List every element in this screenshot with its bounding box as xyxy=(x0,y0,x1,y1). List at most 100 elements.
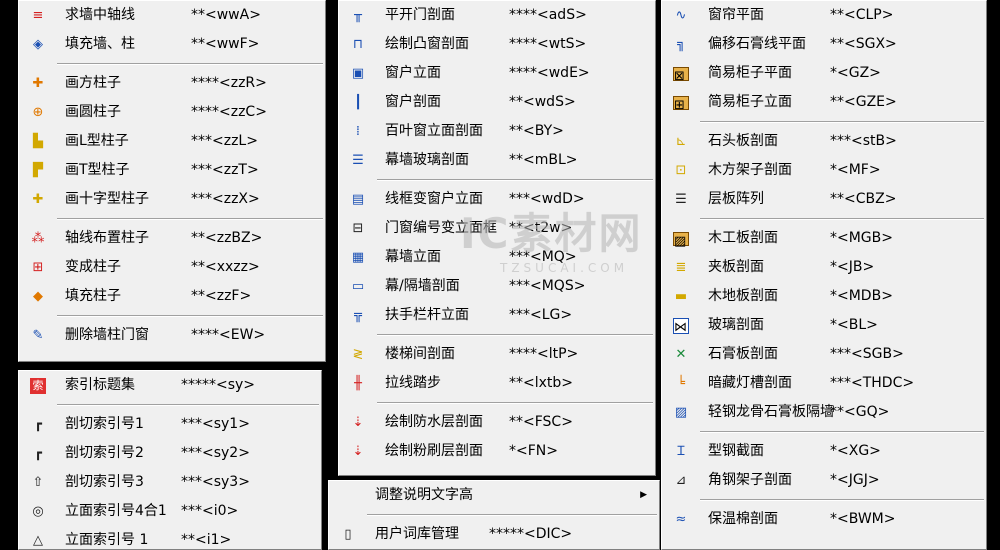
l-column-icon: ▙ xyxy=(33,134,43,149)
menu-item-bay-window[interactable]: ⊓ 绘制凸窗剖面 ****<wtS> xyxy=(339,30,655,59)
menu-item-partition[interactable]: ▭ 幕/隔墙剖面 ***<MQS> xyxy=(339,272,655,301)
menu-item-shortcut: ****<EW> xyxy=(191,327,266,343)
menu-separator xyxy=(700,431,984,433)
menu-item-label: 填充墙、柱 xyxy=(65,36,135,52)
menu-item-curtain-elev[interactable]: ▦ 幕墙立面 ***<MQ> xyxy=(339,243,655,272)
menu-item-offset-gypsum[interactable]: ╗ 偏移石膏线平面 **<SGX> xyxy=(662,30,986,59)
menu-item-fill-column[interactable]: ◆ 填充柱子 **<zzF> xyxy=(19,282,325,311)
menu-item-shortcut: *<FN> xyxy=(509,443,558,459)
insulation-icon: ≈ xyxy=(675,512,687,527)
delete-wall-icon: ✎ xyxy=(32,328,44,343)
menu-item-frame-window[interactable]: ▤ 线框变窗户立面 ***<wdD> xyxy=(339,185,655,214)
menu-item-glass[interactable]: ⋈ 玻璃剖面 *<BL> xyxy=(662,311,986,340)
menu-item-elevation-index4[interactable]: ◎ 立面索引号4合1 ***<i0> xyxy=(19,497,321,526)
menu-item-label: 角钢架子剖面 xyxy=(708,472,792,488)
menu-separator xyxy=(377,179,653,181)
elevation-index4-icon: ◎ xyxy=(32,504,44,519)
menu-item-label: 画方柱子 xyxy=(65,75,121,91)
menu-item-label: 平开门剖面 xyxy=(385,7,455,23)
menu-item-shortcut: **<wwF> xyxy=(191,36,260,52)
menu-item-square-column[interactable]: ✚ 画方柱子 ****<zzR> xyxy=(19,69,325,98)
menu-item-elevation-index1[interactable]: △ 立面索引号 1 **<i1> xyxy=(19,526,321,549)
menu-item-label: 画T型柱子 xyxy=(65,162,130,178)
menu-item-shortcut: *****<sy> xyxy=(181,377,256,393)
menu-item-curtain-plan[interactable]: ∿ 窗帘平面 **<CLP> xyxy=(662,1,986,30)
menu-item-l-column[interactable]: ▙ 画L型柱子 ***<zzL> xyxy=(19,127,325,156)
menu-item-waterproof[interactable]: ⇣ 绘制防水层剖面 **<FSC> xyxy=(339,408,655,437)
flat-door-icon: ╥ xyxy=(354,8,362,23)
menu-item-wood-frame[interactable]: ⊡ 木方架子剖面 *<MF> xyxy=(662,156,986,185)
plywood-icon: ≣ xyxy=(675,260,687,275)
menu-item-gypsum-board[interactable]: ✕ 石膏板剖面 ***<SGB> xyxy=(662,340,986,369)
menu-item-label: 用户词库管理 xyxy=(375,526,459,542)
menu-item-steel-keel[interactable]: ▨ 轻钢龙骨石膏板隔墙 **<GQ> xyxy=(662,398,986,427)
menu-item-dictionary[interactable]: ▯ 用户词库管理 *****<DIC> xyxy=(329,520,659,549)
menu-item-angle-frame[interactable]: ⊿ 角钢架子剖面 *<JGJ> xyxy=(662,466,986,495)
menu-item-section-index1[interactable]: ┏ 剖切索引号1 ***<sy1> xyxy=(19,410,321,439)
menu-item-axis-columns[interactable]: ⁂ 轴线布置柱子 **<zzBZ> xyxy=(19,224,325,253)
menu-item-layer-array[interactable]: ☰ 层板阵列 **<CBZ> xyxy=(662,185,986,214)
dictionary-icon: ▯ xyxy=(344,527,352,542)
menu-separator xyxy=(367,514,657,516)
menu-item-insulation[interactable]: ≈ 保温棉剖面 *<BWM> xyxy=(662,505,986,534)
menu-text-tools: 调整说明文字高 ▶ ▯ 用户词库管理 *****<DIC> xyxy=(328,480,660,550)
menu-item-shortcut: **<FSC> xyxy=(509,414,573,430)
menu-item-light-trough[interactable]: ╘ 暗藏灯槽剖面 ***<THDC> xyxy=(662,369,986,398)
menu-decoration-sections: ∿ 窗帘平面 **<CLP> ╗ 偏移石膏线平面 **<SGX> ⊠ 简易柜子平面 *<GZ> ⊞… xyxy=(661,0,987,550)
menu-item-label: 石头板剖面 xyxy=(708,133,778,149)
menu-item-cabinet-plan[interactable]: ⊠ 简易柜子平面 *<GZ> xyxy=(662,59,986,88)
menu-item-wall-axis[interactable]: ≡ 求墙中轴线 **<wwA> xyxy=(19,1,325,30)
menu-item-railing[interactable]: ╦ 扶手栏杆立面 ***<LG> xyxy=(339,301,655,330)
menu-item-plaster[interactable]: ⇣ 绘制粉刷层剖面 *<FN> xyxy=(339,437,655,466)
menu-index-symbols: 索 索引标题集 *****<sy> ┏ 剖切索引号1 ***<sy1> ┏ 剖切索引号2 ***… xyxy=(18,370,322,550)
menu-doors-windows: ╥ 平开门剖面 ****<adS> ⊓ 绘制凸窗剖面 ****<wtS> ▣ 窗户立面 ****… xyxy=(338,0,656,476)
menu-item-index-title[interactable]: 索 索引标题集 *****<sy> xyxy=(19,371,321,400)
menu-item-step[interactable]: ╫ 拉线踏步 **<lxtb> xyxy=(339,369,655,398)
menu-item-curtain-glass[interactable]: ☰ 幕墙玻璃剖面 **<mBL> xyxy=(339,146,655,175)
menu-item-fill-wall[interactable]: ◈ 填充墙、柱 **<wwF> xyxy=(19,30,325,59)
menu-item-shortcut: **<CBZ> xyxy=(830,191,897,207)
plaster-icon: ⇣ xyxy=(352,444,364,459)
menu-item-delete-wall[interactable]: ✎ 删除墙柱门窗 ****<EW> xyxy=(19,321,325,350)
menu-item-label: 轻钢龙骨石膏板隔墙 xyxy=(708,404,834,420)
menu-item-label: 删除墙柱门窗 xyxy=(65,327,149,343)
menu-item-floor-board[interactable]: ▬ 木地板剖面 *<MDB> xyxy=(662,282,986,311)
menu-item-shortcut: **<GZE> xyxy=(830,94,897,110)
menu-item-shortcut: **<xxzz> xyxy=(191,259,260,275)
menu-item-change-column[interactable]: ⊞ 变成柱子 **<xxzz> xyxy=(19,253,325,282)
menu-item-shortcut: ***<sy3> xyxy=(181,474,250,490)
section-index3-icon: ⇧ xyxy=(32,475,44,490)
menu-item-label: 百叶窗立面剖面 xyxy=(385,123,483,139)
menu-item-shortcut: ***<SGB> xyxy=(830,346,904,362)
menu-item-flat-door[interactable]: ╥ 平开门剖面 ****<adS> xyxy=(339,1,655,30)
menu-separator xyxy=(377,402,653,404)
menu-item-stone-section[interactable]: ⊾ 石头板剖面 ***<stB> xyxy=(662,127,986,156)
offset-gypsum-icon: ╗ xyxy=(677,37,685,52)
cabinet-plan-icon: ⊠ xyxy=(672,65,690,84)
menu-item-steel-section[interactable]: Ɪ 型钢截面 *<XG> xyxy=(662,437,986,466)
menu-item-shortcut: ***<sy2> xyxy=(181,445,250,461)
curtain-glass-icon: ☰ xyxy=(352,153,364,168)
menu-item-section-index3[interactable]: ⇧ 剖切索引号3 ***<sy3> xyxy=(19,468,321,497)
menu-item-t-column[interactable]: ▛ 画T型柱子 ***<zzT> xyxy=(19,156,325,185)
menu-item-shortcut: **<GQ> xyxy=(830,404,890,420)
menu-item-label: 变成柱子 xyxy=(65,259,121,275)
menu-item-label: 幕/隔墙剖面 xyxy=(385,278,460,294)
menu-item-shortcut: ****<zzR> xyxy=(191,75,267,91)
menu-item-wood-board[interactable]: ▨ 木工板剖面 *<MGB> xyxy=(662,224,986,253)
menu-item-text-height[interactable]: 调整说明文字高 ▶ xyxy=(329,481,659,510)
menu-item-cabinet-elev[interactable]: ⊞ 简易柜子立面 **<GZE> xyxy=(662,88,986,117)
menu-item-round-column[interactable]: ⊕ 画圆柱子 ****<zzC> xyxy=(19,98,325,127)
menu-item-shortcut: **<lxtb> xyxy=(509,375,574,391)
menu-item-door-number[interactable]: ⊟ 门窗编号变立面框 **<t2w> xyxy=(339,214,655,243)
menu-item-window-elev[interactable]: ▣ 窗户立面 ****<wdE> xyxy=(339,59,655,88)
menu-item-section-index2[interactable]: ┏ 剖切索引号2 ***<sy2> xyxy=(19,439,321,468)
menu-item-window-section[interactable]: ┃ 窗户剖面 **<wdS> xyxy=(339,88,655,117)
menu-item-louver[interactable]: ⁞ 百叶窗立面剖面 **<BY> xyxy=(339,117,655,146)
menu-item-label: 立面索引号4合1 xyxy=(65,503,167,519)
menu-item-plywood[interactable]: ≣ 夹板剖面 *<JB> xyxy=(662,253,986,282)
menu-item-label: 剖切索引号3 xyxy=(65,474,144,490)
menu-item-stair[interactable]: ≷ 楼梯间剖面 ****<ltP> xyxy=(339,340,655,369)
menu-item-cross-column[interactable]: ✚ 画十字型柱子 ***<zzX> xyxy=(19,185,325,214)
menu-item-shortcut: ***<MQS> xyxy=(509,278,586,294)
